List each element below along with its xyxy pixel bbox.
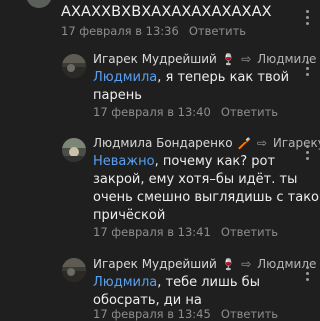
comment-meta: 17 февраля в 13:45 Ответить bbox=[93, 307, 278, 321]
reply-to-name[interactable]: Игареку bbox=[273, 136, 320, 150]
more-options-icon[interactable] bbox=[304, 10, 310, 28]
mention-link[interactable]: Неважно bbox=[93, 154, 155, 169]
reply-button[interactable]: Ответить bbox=[221, 307, 278, 321]
wine-glass-icon: 🍷 bbox=[221, 258, 236, 271]
comment-date: 17 февраля в 13:41 bbox=[93, 225, 211, 239]
avatar[interactable] bbox=[62, 258, 86, 282]
reply-button[interactable]: Ответить bbox=[189, 24, 246, 38]
mention-link[interactable]: Людмила bbox=[93, 275, 157, 290]
comment-text: Неважно, почему как? рот закрой, ему хот… bbox=[93, 153, 320, 225]
comment-date: 17 февраля в 13:40 bbox=[93, 105, 211, 119]
comment-meta: 17 февраля в 13:36 Ответить bbox=[61, 24, 246, 38]
comment-header: Людмила Бондаренко 🪥 ⇨ Игареку bbox=[93, 136, 320, 150]
avatar[interactable] bbox=[26, 0, 52, 8]
toothbrush-icon: 🪥 bbox=[237, 137, 252, 150]
more-options-icon[interactable] bbox=[304, 61, 310, 79]
author-name[interactable]: Игарек Мудрейший bbox=[93, 257, 217, 271]
reply-arrow-icon: ⇨ bbox=[241, 52, 252, 66]
author-name[interactable]: Игарек Мудрейший bbox=[93, 52, 217, 66]
comment-meta: 17 февраля в 13:40 Ответить bbox=[93, 105, 278, 119]
comment-date: 17 февраля в 13:36 bbox=[61, 24, 179, 38]
reply-button[interactable]: Ответить bbox=[221, 105, 278, 119]
comment-date: 17 февраля в 13:45 bbox=[93, 307, 211, 321]
reply-arrow-icon: ⇨ bbox=[241, 257, 252, 271]
reply-arrow-icon: ⇨ bbox=[256, 136, 268, 150]
more-options-icon[interactable] bbox=[304, 266, 310, 284]
avatar[interactable] bbox=[62, 54, 86, 78]
reply-button[interactable]: Ответить bbox=[221, 225, 278, 239]
avatar[interactable] bbox=[62, 138, 86, 162]
comment-partial: АХАХХВХВХАХАХАХАХАХАХ bbox=[0, 0, 320, 24]
author-name[interactable]: Людмила Бондаренко bbox=[93, 136, 233, 150]
comment-text: АХАХХВХВХАХАХАХАХАХАХ bbox=[61, 4, 272, 20]
comment-text: Людмила, я теперь как твой парень bbox=[93, 69, 320, 105]
wine-glass-icon: 🍷 bbox=[221, 53, 236, 66]
more-options-icon[interactable] bbox=[304, 145, 310, 163]
comment-meta: 17 февраля в 13:41 Ответить bbox=[93, 225, 278, 239]
mention-link[interactable]: Людмила bbox=[93, 70, 157, 85]
comment-header: Игарек Мудрейший 🍷 ⇨ Людмиле bbox=[93, 257, 316, 271]
comment-header: Игарек Мудрейший 🍷 ⇨ Людмиле bbox=[93, 52, 316, 66]
comment-text: Людмила, тебе лишь бы обосрать, ди на bbox=[93, 274, 320, 310]
